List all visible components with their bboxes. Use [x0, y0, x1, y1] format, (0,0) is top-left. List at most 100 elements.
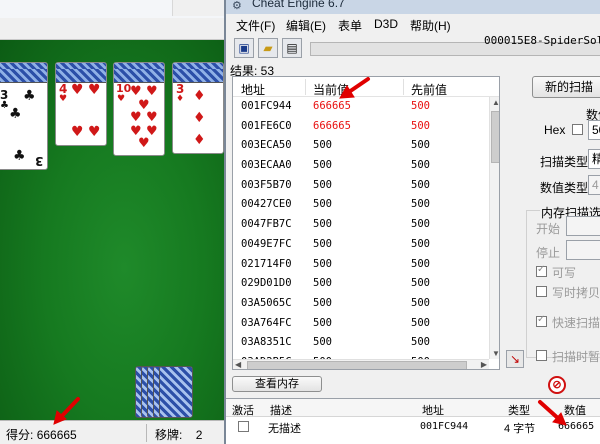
result-row[interactable]: 003ECAA0 500 500 — [233, 156, 489, 176]
result-address: 0049E7FC — [241, 237, 292, 250]
result-current-value: 500 — [313, 218, 332, 231]
view-memory-button[interactable]: 查看内存 — [232, 376, 322, 392]
scroll-up-icon[interactable]: ▲ — [492, 98, 499, 107]
result-row[interactable]: 03A8351C 500 500 — [233, 333, 489, 353]
result-row[interactable]: 001FE6C0 666665 500 — [233, 117, 489, 137]
scroll-thumb[interactable] — [247, 361, 467, 369]
result-row[interactable]: 0047FB7C 500 500 — [233, 215, 489, 235]
value-input[interactable]: 50 — [588, 120, 600, 140]
scroll-thumb[interactable] — [491, 111, 499, 163]
scan-results-list[interactable]: 地址 当前值 先前值 001FC944 666665 500 001FE6C0 6666… — [232, 76, 500, 370]
heart-icon: ♥ — [88, 82, 101, 98]
club-icon: ♣ — [23, 88, 36, 104]
open-folder-icon[interactable]: ▰ — [258, 38, 278, 58]
result-current-value: 500 — [313, 316, 332, 329]
result-row[interactable]: 00427CE0 500 500 — [233, 195, 489, 215]
result-previous-value: 500 — [411, 336, 430, 349]
stop-address-input[interactable] — [566, 240, 600, 260]
scan-type-select[interactable]: 精 — [588, 149, 600, 169]
club-icon: ♣ — [0, 100, 9, 111]
card-10-hearts[interactable]: 10 ♥ ♥ ♥ ♥ ♥ ♥ ♥ ♥ ♥ — [113, 62, 165, 156]
results-header: 地址 当前值 先前值 — [233, 77, 499, 98]
save-icon[interactable]: ▤ — [282, 38, 302, 58]
close-button[interactable] — [172, 0, 226, 16]
result-address: 003ECA50 — [241, 139, 292, 152]
menu-help[interactable]: 帮助(H) — [410, 17, 451, 34]
result-previous-value: 500 — [411, 100, 430, 112]
solitaire-titlebar — [0, 0, 226, 18]
ce-menubar: 文件(F) 编辑(E) 表单 D3D 帮助(H) — [226, 14, 600, 34]
club-icon: ♣ — [9, 106, 22, 122]
process-name: 000015E8-SpiderSolite — [484, 34, 600, 47]
writable-checkbox[interactable] — [536, 264, 547, 277]
card-back-stack — [56, 69, 106, 83]
result-current-value: 500 — [313, 159, 332, 172]
horizontal-scrollbar[interactable]: ◀ ▶ — [233, 359, 489, 369]
address-list-row[interactable]: 无描述 001FC944 4 字节 666665 — [226, 417, 600, 435]
card-back-stack — [173, 69, 223, 83]
select-process-icon[interactable]: ▣ — [234, 38, 254, 58]
result-row[interactable]: 001FC944 666665 500 — [233, 97, 489, 117]
scroll-left-icon[interactable]: ◀ — [235, 360, 241, 369]
heart-icon: ♥ — [130, 84, 142, 99]
result-row[interactable]: 003F5B70 500 500 — [233, 176, 489, 196]
column-type[interactable]: 类型 — [508, 402, 530, 418]
menu-file[interactable]: 文件(F) — [236, 17, 275, 34]
result-row[interactable]: 021714F0 500 500 — [233, 255, 489, 275]
scroll-right-icon[interactable]: ▶ — [481, 360, 487, 369]
entry-description: 无描述 — [268, 423, 301, 435]
result-current-value: 500 — [313, 178, 332, 191]
result-previous-value: 500 — [411, 218, 430, 231]
value-type-select[interactable]: 4 — [588, 175, 600, 195]
spider-solitaire-window: 3 ♣ ♣ ♣ ♣ 3 4 ♥ ♥ ♥ ♥ ♥ 10 ♥ ♥ ♥ ♥ ♥ ♥ ♥… — [0, 0, 226, 444]
result-row[interactable]: 03A5065C 500 500 — [233, 294, 489, 314]
column-current-value[interactable]: 当前值 — [313, 81, 349, 98]
menu-d3d[interactable]: D3D — [374, 17, 398, 31]
result-address: 00427CE0 — [241, 198, 292, 211]
active-checkbox[interactable] — [238, 421, 249, 432]
column-value[interactable]: 数值 — [564, 402, 586, 418]
scan-options-panel: 新的扫描 数值 Hex 50 扫描类型 精 数值类型 4 内存扫描选项 开始 停… — [526, 62, 600, 382]
copy-on-write-checkbox[interactable] — [536, 286, 547, 297]
result-row[interactable]: 03A764FC 500 500 — [233, 314, 489, 334]
cheat-engine-window: ⚙ Cheat Engine 6.7 文件(F) 编辑(E) 表单 D3D 帮助… — [224, 0, 600, 444]
heart-icon: ♥ — [146, 110, 158, 125]
start-address-input[interactable] — [566, 216, 600, 236]
fast-scan-checkbox[interactable] — [536, 314, 547, 327]
menu-table[interactable]: 表单 — [338, 17, 362, 34]
pause-while-scanning-label: 扫描时暂停 — [552, 350, 600, 364]
column-address[interactable]: 地址 — [241, 81, 265, 98]
column-description[interactable]: 描述 — [270, 402, 292, 418]
column-address[interactable]: 地址 — [422, 402, 444, 418]
card-3-clubs[interactable]: 3 ♣ ♣ ♣ ♣ 3 — [0, 62, 48, 170]
result-previous-value: 500 — [411, 237, 430, 250]
card-back — [159, 366, 193, 418]
copy-on-write-label: 写时拷贝 — [552, 286, 600, 300]
scroll-down-icon[interactable]: ▼ — [492, 349, 499, 358]
heart-icon: ♥ — [71, 124, 84, 140]
address-list[interactable]: 激活 描述 地址 类型 数值 无描述 001FC944 4 字节 666665 — [226, 398, 600, 444]
result-row[interactable]: 0049E7FC 500 500 — [233, 235, 489, 255]
pause-while-scanning-checkbox[interactable] — [536, 350, 547, 361]
add-to-list-arrow-icon[interactable]: ↘ — [506, 350, 524, 368]
score-label: 得分: — [6, 428, 34, 442]
card-3-diamonds[interactable]: 3 ♦ ♦ ♦ ♦ — [172, 62, 224, 154]
column-previous-value[interactable]: 先前值 — [411, 81, 447, 98]
column-divider[interactable] — [305, 79, 306, 95]
column-active[interactable]: 激活 — [232, 402, 254, 418]
result-previous-value: 500 — [411, 277, 430, 290]
hex-checkbox[interactable] — [572, 124, 583, 135]
result-row[interactable]: 003ECA50 500 500 — [233, 136, 489, 156]
card-4-hearts[interactable]: 4 ♥ ♥ ♥ ♥ ♥ — [55, 62, 107, 146]
result-address: 003F5B70 — [241, 178, 292, 191]
heart-icon: ♥ — [71, 82, 84, 98]
stop-label: 停止 — [536, 246, 561, 260]
vertical-scrollbar[interactable]: ▲ ▼ — [489, 97, 499, 359]
result-row[interactable]: 029D01D0 500 500 — [233, 274, 489, 294]
result-current-value: 500 — [313, 139, 332, 152]
new-scan-button[interactable]: 新的扫描 — [532, 76, 600, 98]
start-label: 开始 — [536, 222, 561, 236]
column-divider[interactable] — [403, 79, 404, 95]
menu-edit[interactable]: 编辑(E) — [286, 17, 326, 34]
stop-icon[interactable]: ⊘ — [548, 376, 566, 394]
